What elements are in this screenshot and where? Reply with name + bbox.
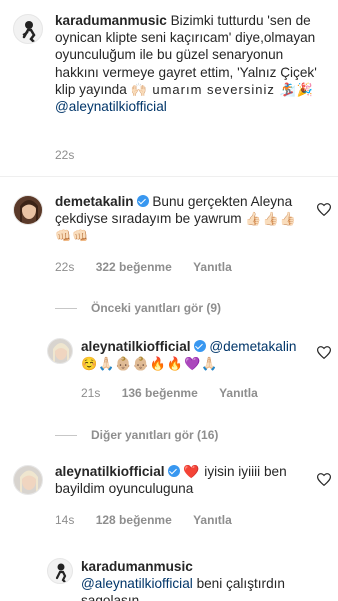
user-figure-icon — [55, 563, 68, 583]
reply-button[interactable]: Yanıtla — [193, 513, 232, 527]
reply-username[interactable]: karadumanmusic — [81, 559, 193, 574]
divider — [0, 176, 338, 177]
reply-emojis: ☺️🙏🏻👶🏼👶🏼🔥🔥💜🙏🏻 — [81, 356, 219, 372]
profile-photo-icon — [14, 466, 42, 494]
reply-text: karadumanmusic @aleynatilkiofficial beni… — [81, 558, 331, 601]
reply-text: aleynatilkiofficial @demetakalin ☺️🙏🏻👶🏼👶… — [81, 338, 313, 372]
reply-time: 21s — [81, 386, 101, 400]
divider — [55, 435, 77, 437]
comment-likes[interactable]: 128 beğenme — [96, 513, 172, 527]
avatar[interactable] — [47, 558, 73, 584]
reply-likes[interactable]: 136 beğenme — [122, 386, 198, 400]
caption-time: 22s — [55, 148, 75, 162]
comment-likes[interactable]: 322 beğenme — [96, 260, 172, 274]
verified-badge-icon — [193, 340, 206, 352]
heart-emoji: ❤️ — [183, 464, 201, 479]
comment-time: 14s — [55, 513, 75, 527]
like-heart-icon[interactable] — [317, 203, 331, 216]
comment-text: aleynatilkiofficial ❤️ iyisin iyiiii ben… — [55, 463, 313, 497]
verified-badge-icon — [167, 465, 180, 477]
reply-mention[interactable]: @demetakalin — [209, 339, 296, 354]
reply-username[interactable]: aleynatilkiofficial — [81, 339, 191, 354]
comment-meta: 22s 322 beğenme Yanıtla — [55, 260, 250, 274]
reply-meta: 21s 136 beğenme Yanıtla — [81, 386, 276, 400]
verified-badge-icon — [136, 195, 149, 207]
view-previous-replies-button[interactable]: Önceki yanıtları gör (9) — [55, 301, 221, 315]
like-heart-icon[interactable] — [317, 346, 331, 359]
caption-username[interactable]: karadumanmusic — [55, 13, 167, 28]
comment-username[interactable]: demetakalin — [55, 194, 134, 209]
avatar[interactable] — [13, 14, 43, 44]
view-other-replies-button[interactable]: Diğer yanıtları gör (16) — [55, 428, 218, 442]
avatar[interactable] — [47, 338, 73, 364]
reply-button[interactable]: Yanıtla — [219, 386, 258, 400]
profile-photo-icon — [48, 339, 72, 363]
reply-button[interactable]: Yanıtla — [193, 260, 232, 274]
like-heart-icon[interactable] — [317, 473, 331, 486]
profile-photo-icon — [14, 196, 42, 224]
caption-emojis: 🙌🏻 umarım seversiniz 🏂🎉 — [130, 81, 314, 97]
caption-text: karadumanmusic Bizimki tutturdu 'sen de … — [55, 12, 330, 115]
comment-text: demetakalin Bunu gerçekten Aleyna çekdiy… — [55, 193, 315, 245]
reply-mention[interactable]: @aleynatilkiofficial — [81, 576, 193, 591]
user-figure-icon — [22, 21, 37, 43]
comment-username[interactable]: aleynatilkiofficial — [55, 464, 165, 479]
caption-mention[interactable]: @aleynatilkiofficial — [55, 99, 167, 114]
comment-time: 22s — [55, 260, 75, 274]
comment-meta: 14s 128 beğenme Yanıtla — [55, 513, 250, 527]
avatar[interactable] — [13, 195, 43, 225]
avatar[interactable] — [13, 465, 43, 495]
divider — [55, 308, 77, 310]
